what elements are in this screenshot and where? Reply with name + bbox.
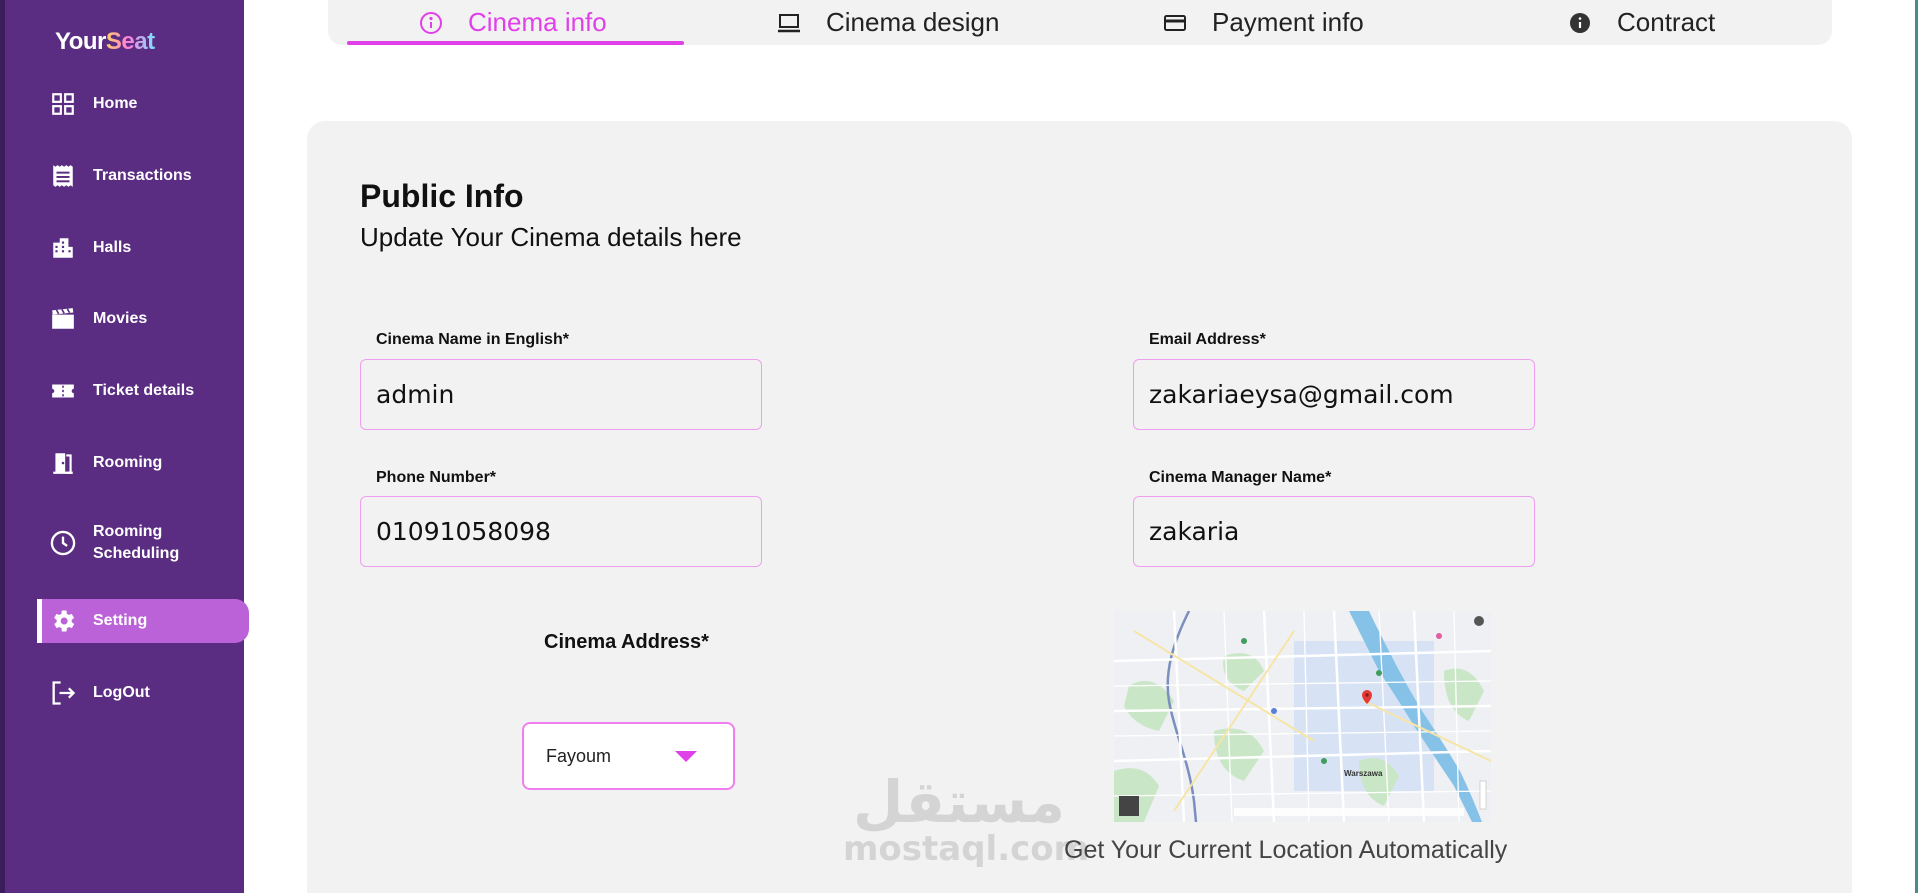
sidebar-item-movies[interactable]: Movies	[37, 297, 249, 341]
sidebar-item-label: Setting	[93, 612, 148, 629]
sidebar-item-label: Transactions	[93, 167, 192, 184]
section-subtitle: Update Your Cinema details here	[360, 222, 742, 252]
tab-label: Cinema design	[826, 7, 1000, 37]
sidebar-item-label: Halls	[93, 239, 132, 256]
laptop-icon	[776, 10, 802, 36]
sidebar: YourSeat Home Transactions Halls Movies …	[0, 0, 249, 893]
sidebar-item-ticket-details[interactable]: Ticket details	[37, 369, 249, 413]
sidebar-item-label: Home	[93, 95, 138, 112]
sidebar-item-halls[interactable]: Halls	[37, 226, 249, 270]
email-label: Email Address*	[1149, 331, 1266, 348]
city-select[interactable]: Fayoum	[522, 722, 735, 790]
ticket-icon	[47, 375, 79, 407]
logo-prefix: Your	[55, 28, 106, 55]
clapperboard-icon	[47, 303, 79, 335]
receipt-icon	[47, 160, 79, 192]
tab-cinema-design[interactable]: Cinema design	[776, 0, 999, 45]
info-outline-icon	[418, 10, 444, 36]
sidebar-item-label-line1: Rooming	[93, 523, 163, 540]
active-tab-indicator	[347, 41, 684, 45]
tab-cinema-info[interactable]: Cinema info	[418, 0, 607, 45]
sidebar-item-logout[interactable]: LogOut	[37, 671, 249, 715]
tab-bar: Cinema info Cinema design Payment info C…	[328, 0, 1832, 45]
logout-icon	[47, 677, 79, 709]
tab-contract[interactable]: Contract	[1567, 0, 1715, 45]
manager-input[interactable]	[1133, 496, 1535, 567]
sidebar-item-label: Rooming Scheduling	[93, 521, 179, 565]
building-icon	[47, 232, 79, 264]
manager-label: Cinema Manager Name*	[1149, 469, 1332, 486]
sidebar-item-rooming[interactable]: Rooming	[37, 441, 249, 485]
get-current-location-link[interactable]: Get Your Current Location Automatically	[1064, 836, 1507, 865]
grid-icon	[47, 88, 79, 120]
door-icon	[47, 447, 79, 479]
cinema-address-label: Cinema Address*	[544, 631, 709, 653]
app-logo[interactable]: YourSeat	[55, 28, 155, 56]
clock-icon	[47, 527, 79, 559]
logo-suffix: Seat	[105, 28, 155, 55]
location-map[interactable]: Warszawa	[1114, 611, 1491, 822]
map-city-label: Warszawa	[1344, 769, 1383, 778]
phone-input[interactable]	[360, 496, 762, 567]
sidebar-item-rooming-scheduling[interactable]: Rooming Scheduling	[37, 519, 249, 567]
tab-label: Cinema info	[468, 7, 607, 37]
watermark: مستقل mostaql.com	[843, 768, 1090, 869]
sidebar-item-label: Rooming	[93, 454, 163, 471]
section-title: Public Info	[360, 178, 524, 214]
watermark-latin: mostaql.com	[843, 829, 1090, 869]
sidebar-item-setting[interactable]: Setting	[37, 599, 249, 643]
email-input[interactable]	[1133, 359, 1535, 430]
phone-label: Phone Number*	[376, 469, 497, 486]
watermark-arabic: مستقل	[852, 768, 1066, 836]
gear-icon	[47, 605, 79, 637]
sidebar-item-transactions[interactable]: Transactions	[37, 154, 249, 198]
credit-card-icon	[1162, 10, 1188, 36]
city-select-value: Fayoum	[546, 745, 612, 766]
tab-label: Contract	[1617, 7, 1716, 37]
cinema-name-label: Cinema Name in English*	[376, 331, 569, 348]
sidebar-item-home[interactable]: Home	[37, 82, 249, 126]
tab-label: Payment info	[1212, 7, 1364, 37]
tab-payment-info[interactable]: Payment info	[1162, 0, 1364, 45]
sidebar-item-label: Movies	[93, 310, 148, 327]
cinema-name-input[interactable]	[360, 359, 762, 430]
info-filled-icon	[1567, 10, 1593, 36]
sidebar-item-label-line2: Scheduling	[93, 545, 180, 562]
chevron-down-icon	[675, 751, 697, 762]
sidebar-item-label: Ticket details	[93, 382, 195, 399]
sidebar-item-label: LogOut	[93, 684, 150, 701]
